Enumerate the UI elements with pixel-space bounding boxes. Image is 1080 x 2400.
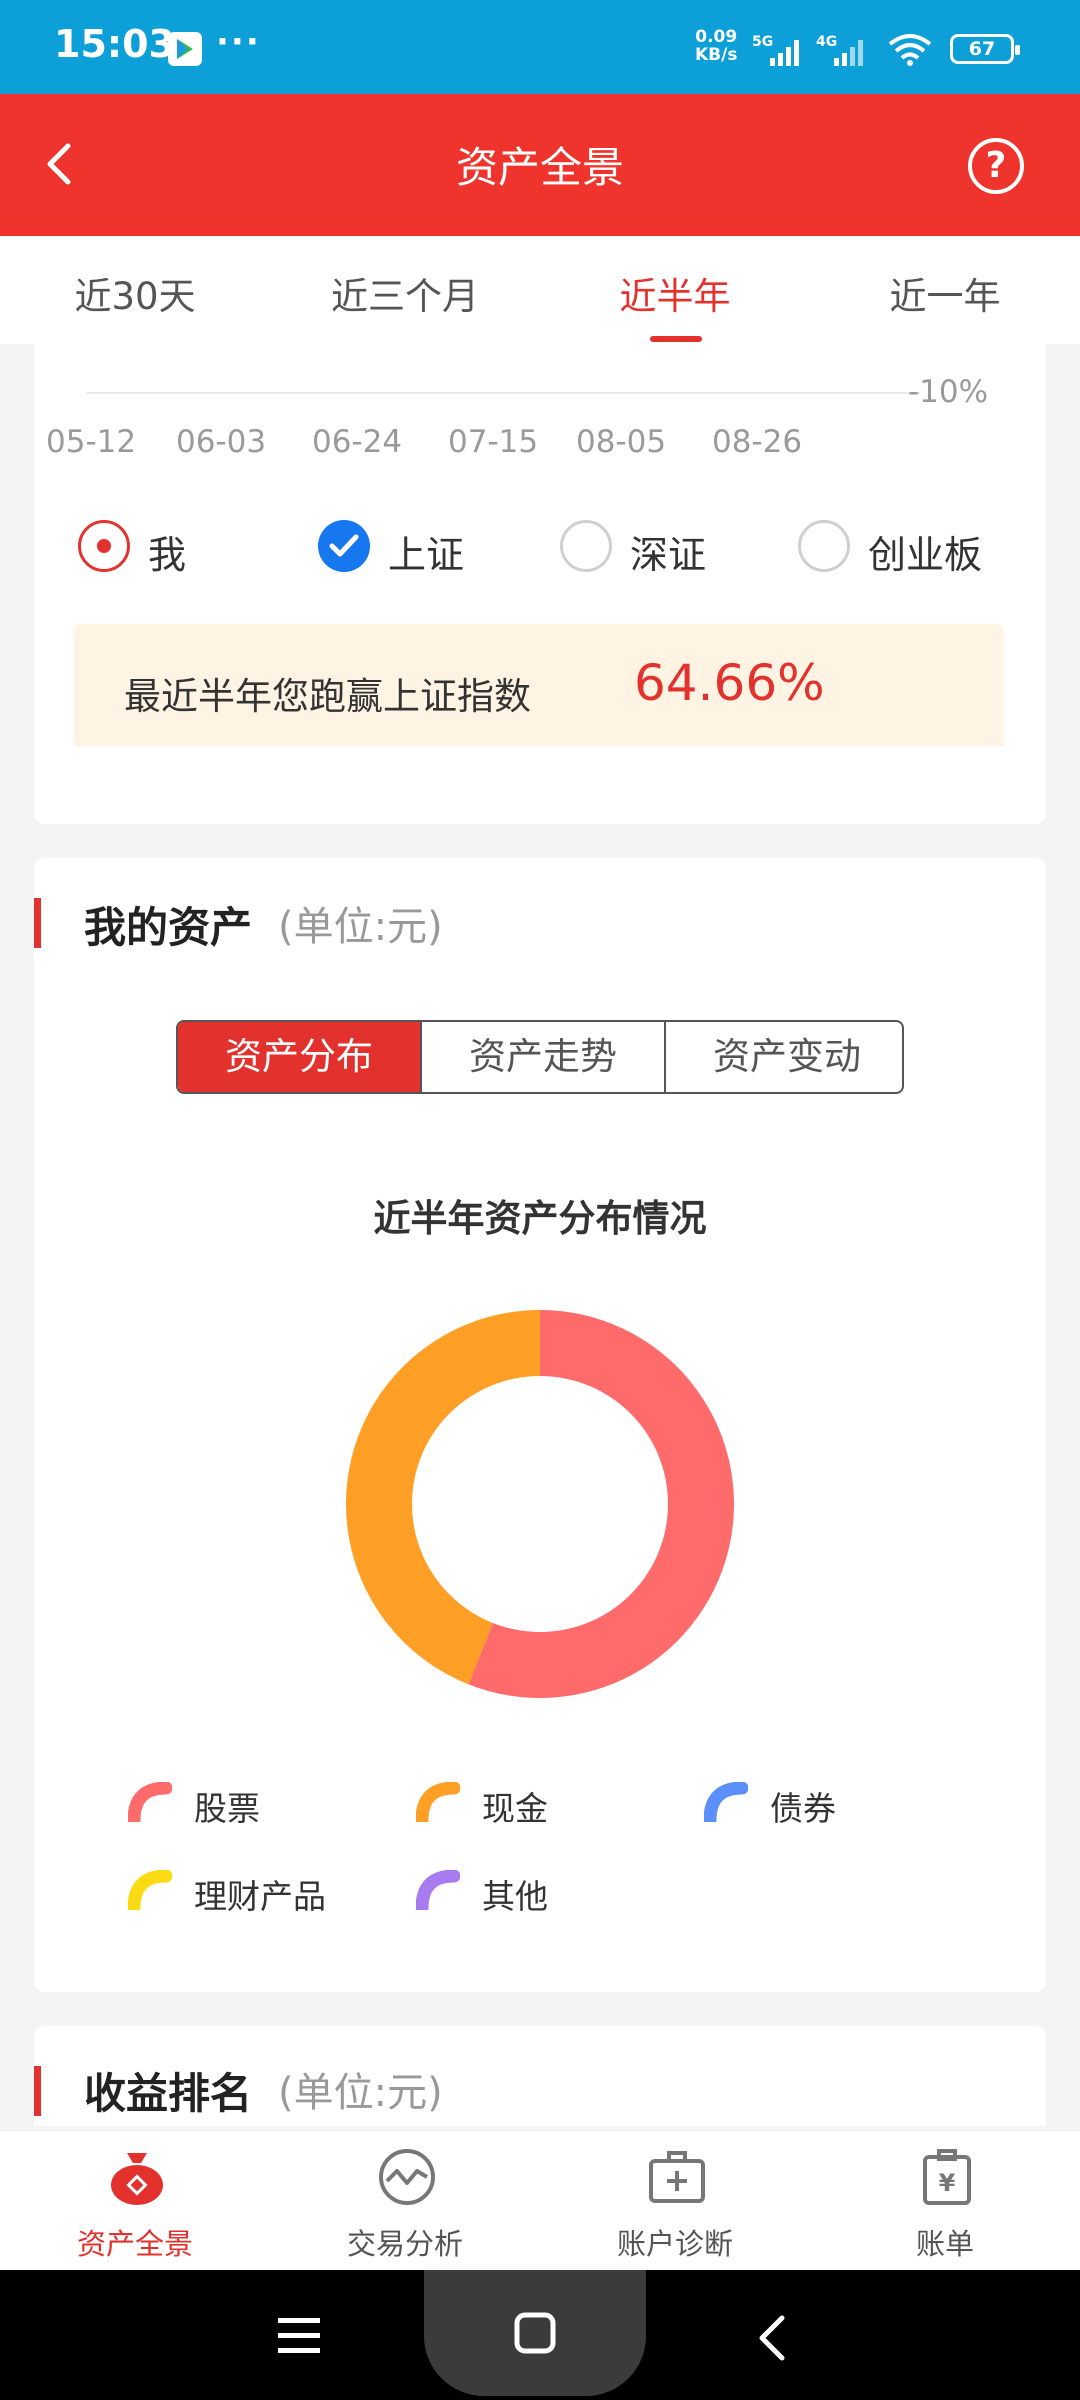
- play-store-icon: [168, 32, 202, 66]
- x-axis-label: 08-05: [576, 424, 667, 460]
- x-axis-label: 07-15: [448, 424, 539, 460]
- bottom-navigation: 资产全景 交易分析 账户诊断 ¥ 账单: [0, 2130, 1080, 2270]
- section-title: 收益排名: [84, 2069, 253, 2118]
- compare-option-label: 我: [148, 533, 187, 577]
- clock: 15:03: [54, 22, 175, 66]
- asset-view-switcher: 资产分布 资产走势 资产变动: [176, 1020, 904, 1094]
- period-tabs: 近30天 近三个月 近半年 近一年: [0, 236, 1080, 344]
- legend-swatch-icon: [128, 1870, 172, 1910]
- x-axis-label: 08-26: [712, 424, 803, 460]
- x-axis-label: 06-03: [176, 424, 267, 460]
- signal-5g-icon: 5G: [752, 34, 812, 72]
- network-speed: 0.09 KB/s: [695, 27, 738, 65]
- compare-option-label: 上证: [388, 533, 465, 577]
- wifi-icon: [886, 32, 934, 72]
- segment-asset-trend[interactable]: 资产走势: [422, 1022, 664, 1092]
- active-tab-indicator: [650, 336, 702, 342]
- section-marker: [34, 898, 41, 948]
- tab-1-year[interactable]: 近一年: [810, 266, 1080, 320]
- x-axis-label: 06-24: [312, 424, 403, 460]
- more-notifications-icon: ···: [216, 22, 261, 62]
- radio-selected-icon: [78, 520, 130, 572]
- compare-option-label: 创业板: [868, 533, 983, 577]
- system-back-icon[interactable]: [756, 2314, 786, 2362]
- signal-4g-icon: 4G: [816, 34, 876, 72]
- performance-banner: 最近半年您跑赢上证指数 64.66%: [74, 624, 1004, 746]
- nav-asset-overview[interactable]: 资产全景: [0, 2131, 270, 2271]
- nav-trade-analysis[interactable]: 交易分析: [270, 2131, 540, 2271]
- recent-apps-icon[interactable]: [278, 2316, 320, 2356]
- app-header: 资产全景 ?: [0, 94, 1080, 236]
- compare-option-label: 深证: [630, 533, 707, 577]
- system-navigation-bar: [0, 2270, 1080, 2400]
- legend-swatch-icon: [416, 1870, 460, 1910]
- help-icon[interactable]: ?: [968, 138, 1024, 194]
- donut-slice-1: [345, 1310, 540, 1685]
- trend-circle-icon: [379, 2149, 435, 2205]
- tab-3-months[interactable]: 近三个月: [270, 266, 540, 320]
- segment-asset-change[interactable]: 资产变动: [666, 1022, 902, 1092]
- asset-donut-chart: [345, 1310, 734, 1698]
- section-unit: (单位:元): [278, 2070, 443, 2116]
- nav-bill[interactable]: ¥ 账单: [810, 2131, 1080, 2271]
- performance-text: 最近半年您跑赢上证指数: [124, 675, 531, 718]
- checkbox-unchecked-icon: [560, 520, 612, 572]
- medical-kit-icon: [649, 2151, 705, 2203]
- chart-title: 近半年资产分布情况: [373, 1197, 707, 1240]
- svg-text:4G: 4G: [816, 34, 837, 50]
- bill-yen-icon: ¥: [923, 2149, 971, 2205]
- status-bar: 15:03 ··· 0.09 KB/s 5G 4G 67: [0, 0, 1080, 94]
- x-axis-label: 05-12: [46, 424, 137, 460]
- legend-swatch-icon: [416, 1782, 460, 1822]
- battery-icon: 67: [950, 34, 1020, 64]
- section-marker: [34, 2066, 41, 2116]
- segment-asset-distribution[interactable]: 资产分布: [178, 1022, 420, 1092]
- assets-card: 我的资产 (单位:元) 资产分布 资产走势 资产变动 近半年资产分布情况 股票 …: [34, 858, 1046, 1992]
- svg-text:5G: 5G: [752, 34, 773, 50]
- home-square-icon: [514, 2312, 556, 2354]
- legend-swatch-icon: [128, 1782, 172, 1822]
- performance-value: 64.66%: [634, 654, 825, 712]
- chart-gridline: [86, 392, 920, 394]
- y-axis-label: -10%: [908, 374, 989, 410]
- tab-30-days[interactable]: 近30天: [0, 266, 270, 320]
- svg-text:¥: ¥: [939, 2169, 956, 2197]
- ranking-card: 收益排名 (单位:元): [34, 2026, 1046, 2126]
- page-title: 资产全景: [455, 143, 624, 192]
- nav-account-diagnosis[interactable]: 账户诊断: [540, 2131, 810, 2271]
- tab-half-year[interactable]: 近半年: [540, 266, 810, 320]
- section-unit: (单位:元): [278, 904, 443, 950]
- checkbox-checked-icon: [318, 520, 370, 572]
- trend-card: -10% 05-12 06-03 06-24 07-15 08-05 08-26…: [34, 344, 1046, 824]
- legend-swatch-icon: [704, 1782, 748, 1822]
- money-bag-icon: [111, 2153, 163, 2205]
- section-title: 我的资产: [84, 903, 253, 952]
- checkbox-unchecked-icon: [798, 520, 850, 572]
- home-button[interactable]: [424, 2270, 646, 2396]
